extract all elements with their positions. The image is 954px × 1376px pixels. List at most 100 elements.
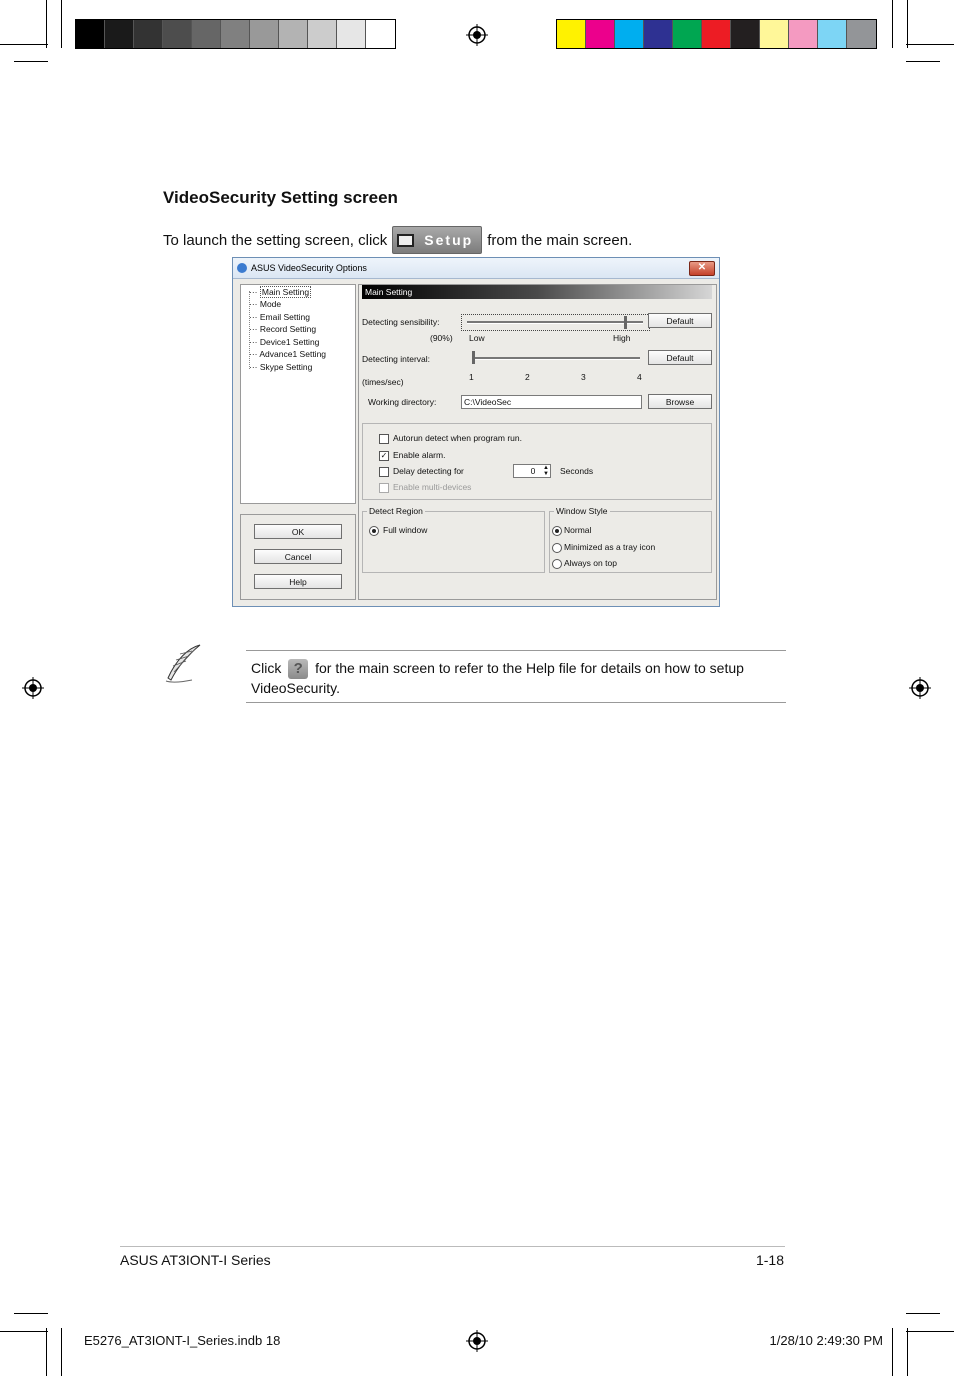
spinner-arrows-icon[interactable]: ▲ ▼ — [543, 465, 549, 477]
autorun-label: Autorun detect when program run. — [393, 433, 522, 443]
full-window-label: Full window — [383, 525, 428, 535]
crop-mark — [906, 61, 940, 62]
tree-item-mode[interactable]: ··· Mode — [249, 299, 281, 309]
gray-swatch — [279, 20, 308, 48]
interval-slider[interactable] — [472, 357, 640, 360]
gray-swatch — [366, 20, 395, 48]
intro-text-before: To launch the setting screen, click — [163, 231, 388, 249]
always-on-top-radio[interactable] — [552, 559, 562, 569]
interval-tick: 3 — [581, 372, 586, 382]
slug-filename: E5276_AT3IONT-I_Series.indb 18 — [84, 1333, 281, 1348]
crop-mark — [907, 1328, 908, 1376]
color-swatch — [731, 20, 760, 48]
crop-mark — [46, 1328, 47, 1376]
panel-title: Main Setting — [362, 285, 712, 299]
delay-label: Delay detecting for — [393, 466, 464, 476]
color-swatch — [818, 20, 847, 48]
dialog-title: ASUS VideoSecurity Options — [251, 263, 367, 273]
workdir-label: Working directory: — [368, 397, 437, 407]
normal-label: Normal — [564, 525, 592, 535]
multi-devices-checkbox[interactable] — [379, 483, 389, 493]
footer-product: ASUS AT3IONT-I Series — [120, 1252, 271, 1268]
note-top-rule — [246, 650, 786, 651]
registration-mark-icon — [909, 677, 931, 699]
gray-swatch — [337, 20, 366, 48]
gray-swatch — [250, 20, 279, 48]
interval-thumb[interactable] — [472, 351, 475, 364]
help-button[interactable]: Help — [254, 574, 342, 589]
registration-mark-icon — [466, 24, 488, 46]
main-setting-panel: Main Setting Detecting sensibility: (90%… — [358, 284, 717, 600]
color-swatch — [615, 20, 644, 48]
detect-region-legend: Detect Region — [367, 506, 425, 516]
interval-tick: 4 — [637, 372, 642, 382]
ok-button[interactable]: OK — [254, 524, 342, 539]
gray-swatch — [163, 20, 192, 48]
tree-item-skype-setting[interactable]: ··· Skype Setting — [249, 362, 312, 372]
delay-checkbox[interactable] — [379, 467, 389, 477]
tree-item-main-setting[interactable]: ··· Main Setting — [249, 286, 312, 298]
tree-item-record-setting[interactable]: ··· Record Setting — [249, 324, 316, 334]
note-bottom-rule — [246, 702, 786, 703]
tree-item-email-setting[interactable]: ··· Email Setting — [249, 312, 310, 322]
color-swatch — [673, 20, 702, 48]
sensibility-default-button[interactable]: Default — [648, 313, 712, 328]
app-icon — [237, 263, 247, 273]
color-swatch — [702, 20, 731, 48]
cancel-button[interactable]: Cancel — [254, 549, 342, 564]
monitor-icon — [397, 233, 415, 247]
color-swatch — [586, 20, 615, 48]
interval-label: Detecting interval: — [362, 354, 431, 364]
sensibility-value: (90%) — [430, 333, 453, 343]
full-window-radio[interactable] — [369, 526, 379, 536]
interval-unit: (times/sec) — [362, 377, 404, 387]
setup-button-label: Setup — [424, 232, 474, 248]
interval-tick: 2 — [525, 372, 530, 382]
color-swatch — [760, 20, 789, 48]
autorun-checkbox[interactable] — [379, 434, 389, 444]
crop-mark — [14, 61, 48, 62]
color-swatch — [557, 20, 586, 48]
interval-default-button[interactable]: Default — [648, 350, 712, 365]
crop-mark — [14, 1313, 48, 1314]
alarm-checkbox[interactable]: ✓ — [379, 451, 389, 461]
settings-tree: ··· Main Setting ··· Mode ··· Email Sett… — [240, 284, 356, 504]
tree-item-advance1-setting[interactable]: ··· Advance1 Setting — [249, 349, 326, 359]
sensibility-track — [467, 321, 643, 324]
browse-button[interactable]: Browse — [648, 394, 712, 409]
sensibility-slider[interactable] — [461, 314, 650, 331]
tree-item-device1-setting[interactable]: ··· Device1 Setting — [249, 337, 319, 347]
crop-mark — [906, 1313, 940, 1314]
gray-swatch — [134, 20, 163, 48]
delay-unit: Seconds — [560, 466, 594, 476]
crop-mark — [46, 0, 47, 48]
sensibility-thumb[interactable] — [624, 316, 628, 329]
setup-button-illustration: Setup — [392, 226, 483, 254]
minimized-label: Minimized as a tray icon — [564, 542, 656, 552]
normal-radio[interactable] — [552, 526, 562, 536]
gray-swatch — [221, 20, 250, 48]
workdir-input[interactable]: C:\VideoSec — [461, 395, 642, 409]
color-swatch — [847, 20, 876, 48]
crop-mark — [892, 0, 893, 48]
close-button[interactable]: ✕ — [689, 261, 715, 276]
delay-seconds-spinner[interactable]: 0 ▲ ▼ — [513, 464, 551, 478]
registration-mark-icon — [22, 677, 44, 699]
window-style-legend: Window Style — [554, 506, 610, 516]
multi-devices-label: Enable multi-devices — [393, 482, 472, 492]
sensibility-label: Detecting sensibility: — [362, 317, 440, 327]
minimized-radio[interactable] — [552, 543, 562, 553]
color-swatch — [789, 20, 818, 48]
crop-mark — [906, 44, 954, 45]
crop-mark — [0, 1331, 48, 1332]
section-heading: VideoSecurity Setting screen — [163, 188, 398, 207]
crop-mark — [61, 1328, 62, 1376]
slug-timestamp: 1/28/10 2:49:30 PM — [769, 1333, 883, 1348]
always-on-top-label: Always on top — [564, 558, 617, 568]
footer-rule — [120, 1246, 785, 1247]
help-question-icon: ? — [288, 659, 309, 680]
grayscale-calibration-bar — [75, 19, 396, 49]
crop-mark — [0, 44, 48, 45]
intro-text-after: from the main screen. — [487, 231, 633, 249]
intro-paragraph: To launch the setting screen, click Setu… — [163, 226, 632, 254]
